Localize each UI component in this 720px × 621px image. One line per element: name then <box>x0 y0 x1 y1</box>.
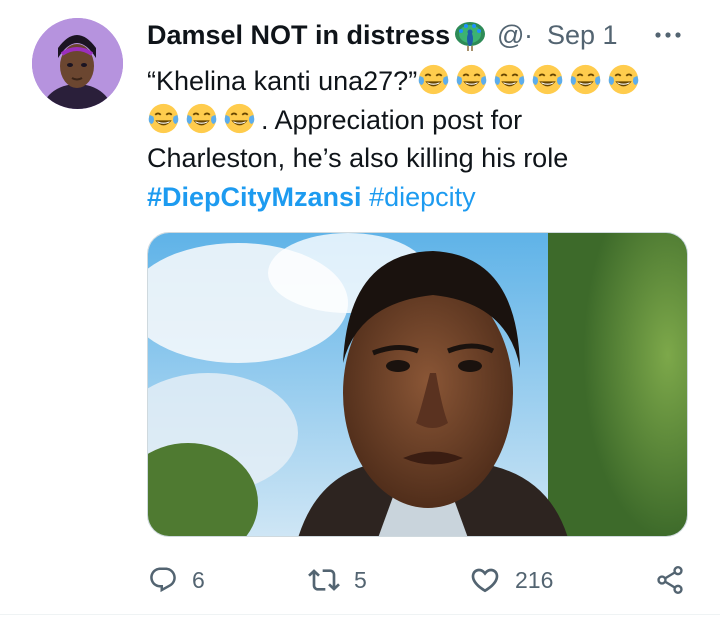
like-button[interactable]: 216 <box>469 555 553 605</box>
quote-text: “Khelina kanti una27?” <box>147 66 418 96</box>
tweet-date[interactable]: Sep 1 <box>547 20 618 51</box>
handle[interactable]: @ <box>497 20 524 51</box>
avatar-image <box>32 18 123 109</box>
appreciation-text: . Appreciation post for <box>261 104 523 135</box>
more-horizontal-icon[interactable] <box>648 16 688 54</box>
tweet-actions: 6 5 216 <box>0 555 720 605</box>
tears-of-joy-emoji-icon <box>456 64 487 95</box>
tweet-media[interactable] <box>147 232 688 537</box>
charleston-text: Charleston, he’s also killing his role <box>147 143 569 173</box>
retweet-icon <box>308 569 340 591</box>
text-line-1: “Khelina kanti una27?” <box>147 62 687 101</box>
like-count: 216 <box>515 566 554 593</box>
text-line-4: #DiepCityMzansi #diepcity <box>147 178 687 217</box>
separator-dot: · <box>524 20 533 50</box>
text-line-2: . Appreciation post for <box>147 101 687 140</box>
hashtag-diepcitymzansi[interactable]: #DiepCityMzansi <box>147 182 362 212</box>
text-line-3: Charleston, he’s also killing his role <box>147 139 687 178</box>
tears-of-joy-emoji-icon <box>494 64 525 95</box>
avatar[interactable] <box>32 18 123 109</box>
reply-button[interactable]: 6 <box>148 555 205 605</box>
display-name[interactable]: Damsel NOT in distress <box>147 20 450 51</box>
bottom-divider <box>0 614 720 615</box>
hashtag-diepcity[interactable]: #diepcity <box>369 182 476 212</box>
share-icon <box>657 566 683 594</box>
tweet-header: Damsel NOT in distress @ · Sep 1 <box>147 16 700 56</box>
tears-of-joy-emoji-icon <box>532 64 563 95</box>
tears-of-joy-emoji-icon <box>570 64 601 95</box>
emoji-group-2 <box>147 103 261 135</box>
peacock-emoji-icon <box>455 22 485 51</box>
retweet-count: 5 <box>354 566 367 593</box>
heart-icon <box>471 568 499 593</box>
tears-of-joy-emoji-icon <box>418 64 449 95</box>
reply-icon <box>150 567 176 593</box>
emoji-group-1 <box>417 64 645 96</box>
tears-of-joy-emoji-icon <box>224 103 255 133</box>
tweet-text: “Khelina kanti una27?” . Appreciation po… <box>147 62 687 216</box>
tears-of-joy-emoji-icon <box>186 103 217 133</box>
media-photo <box>148 233 687 536</box>
tears-of-joy-emoji-icon <box>148 103 179 133</box>
tears-of-joy-emoji-icon <box>608 64 639 95</box>
retweet-button[interactable]: 5 <box>308 555 367 605</box>
reply-count: 6 <box>192 566 205 593</box>
share-button[interactable] <box>654 555 686 605</box>
